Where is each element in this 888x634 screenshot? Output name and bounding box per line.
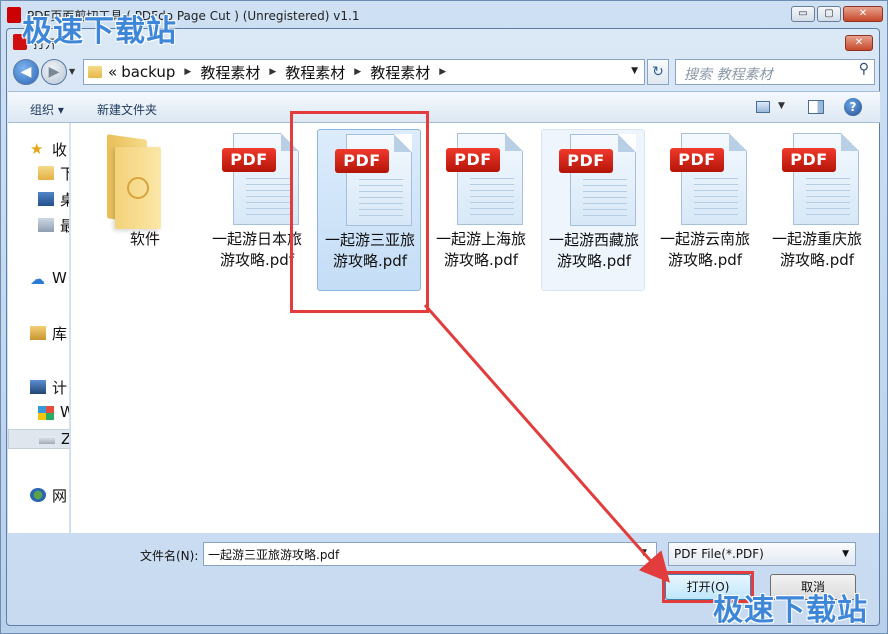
navigation-pane: ★ 收 下 桌 最 ☁ W 库 计 W <box>8 123 70 533</box>
folder-icon <box>88 66 102 78</box>
folder-icon <box>101 134 171 229</box>
pdf-file-icon: PDF <box>559 134 640 226</box>
desktop-icon <box>38 192 54 206</box>
chevron-right-icon[interactable]: ▶ <box>184 67 191 77</box>
file-list: 软件 PDF 一起游日本旅游攻略.pdf PDF 一起游三亚旅游攻略.pdf P… <box>71 123 879 533</box>
breadcrumb-item[interactable]: 教程素材 <box>285 62 345 83</box>
pdf-app-icon <box>7 7 21 23</box>
filename-dropdown-icon[interactable]: ▼ <box>640 548 647 558</box>
navigation-row: ◀ ▶ ▼ « backup ▶ 教程素材 ▶ 教程素材 ▶ 教程素材 ▶ ▼ … <box>11 57 875 89</box>
computer-icon <box>30 380 46 394</box>
file-item[interactable]: PDF 一起游云南旅游攻略.pdf <box>653 129 757 291</box>
preview-pane-icon[interactable] <box>808 100 824 114</box>
pdf-file-icon: PDF <box>446 133 527 225</box>
pdf-file-icon: PDF <box>670 133 751 225</box>
chevron-down-icon: ▼ <box>842 549 849 559</box>
history-dropdown-icon[interactable]: ▼ <box>69 67 75 76</box>
command-toolbar: 组织 ▾ 新建文件夹 ▼ ? <box>8 91 880 123</box>
file-name: 软件 <box>129 230 160 248</box>
watermark-top: 极速下载站 <box>22 14 177 49</box>
address-bar[interactable]: « backup ▶ 教程素材 ▶ 教程素材 ▶ 教程素材 ▶ ▼ <box>83 59 645 85</box>
chevron-right-icon[interactable]: ▶ <box>439 67 446 77</box>
drive-icon <box>39 436 55 444</box>
breadcrumb-backup[interactable]: backup <box>121 63 175 81</box>
nav-libraries[interactable]: 库 <box>8 323 69 343</box>
back-button[interactable]: ◀ <box>13 59 39 85</box>
dialog-close-button[interactable]: ✕ <box>845 35 873 51</box>
breadcrumb-item[interactable]: 教程素材 <box>200 62 260 83</box>
file-name: 一起游上海旅游攻略.pdf <box>435 230 526 269</box>
windows-drive-icon <box>38 406 54 420</box>
view-icon[interactable] <box>756 101 770 113</box>
nav-z-drive[interactable]: Z <box>8 429 69 449</box>
nav-downloads[interactable]: 下 <box>8 163 69 183</box>
filetype-value: PDF File(*.PDF) <box>674 547 764 561</box>
breadcrumb-item[interactable]: 教程素材 <box>370 62 430 83</box>
minimize-button[interactable]: ▭ <box>791 6 815 22</box>
breadcrumb-overflow[interactable]: « <box>108 63 117 81</box>
view-dropdown-icon[interactable]: ▼ <box>778 101 785 111</box>
watermark-bottom: 极速下载站 <box>713 593 868 628</box>
file-item-hover[interactable]: PDF 一起游西藏旅游攻略.pdf <box>541 129 645 291</box>
file-item[interactable]: PDF 一起游重庆旅游攻略.pdf <box>765 129 869 291</box>
open-file-dialog: 打开 ✕ ◀ ▶ ▼ « backup ▶ 教程素材 ▶ 教程素材 ▶ 教程素材… <box>6 28 880 626</box>
file-name: 一起游重庆旅游攻略.pdf <box>771 230 862 269</box>
nav-desktop[interactable]: 桌 <box>8 189 69 209</box>
window-controls: ▭ ▢ ✕ <box>791 6 883 22</box>
star-icon: ★ <box>30 140 44 158</box>
forward-button[interactable]: ▶ <box>41 59 67 85</box>
nav-cloud[interactable]: ☁ W <box>8 269 69 289</box>
nav-recent[interactable]: 最 <box>8 215 69 235</box>
new-folder-button[interactable]: 新建文件夹 <box>97 101 157 118</box>
search-icon[interactable]: ⚲ <box>859 61 869 77</box>
folder-icon <box>38 166 54 180</box>
search-input[interactable]: 搜索 教程素材 <box>675 59 875 85</box>
file-name: 一起游西藏旅游攻略.pdf <box>548 231 639 270</box>
app-close-button[interactable]: ✕ <box>843 6 883 22</box>
help-button[interactable]: ? <box>844 98 862 116</box>
file-item[interactable]: PDF 一起游上海旅游攻略.pdf <box>429 129 533 291</box>
chevron-right-icon[interactable]: ▶ <box>269 67 276 77</box>
nav-favorites[interactable]: ★ 收 <box>8 139 69 159</box>
nav-network[interactable]: 网 <box>8 485 69 505</box>
highlight-selected-file <box>290 111 429 313</box>
network-icon <box>30 488 46 502</box>
filename-input[interactable] <box>203 542 657 566</box>
nav-windows-drive[interactable]: W <box>8 403 69 423</box>
filename-label: 文件名(N): <box>140 549 199 563</box>
filetype-select[interactable]: PDF File(*.PDF) ▼ <box>668 542 856 566</box>
folder-item[interactable]: 软件 <box>93 129 197 291</box>
file-name: 一起游云南旅游攻略.pdf <box>659 230 750 269</box>
organize-button[interactable]: 组织 ▾ <box>30 101 64 118</box>
maximize-button[interactable]: ▢ <box>817 6 841 22</box>
library-icon <box>30 326 46 340</box>
nav-computer[interactable]: 计 <box>8 377 69 397</box>
recent-places-icon <box>38 218 54 232</box>
address-dropdown-icon[interactable]: ▼ <box>631 66 638 76</box>
refresh-button[interactable]: ↻ <box>647 59 669 85</box>
chevron-right-icon[interactable]: ▶ <box>354 67 361 77</box>
pdf-file-icon: PDF <box>782 133 863 225</box>
cloud-icon: ☁ <box>30 270 45 288</box>
